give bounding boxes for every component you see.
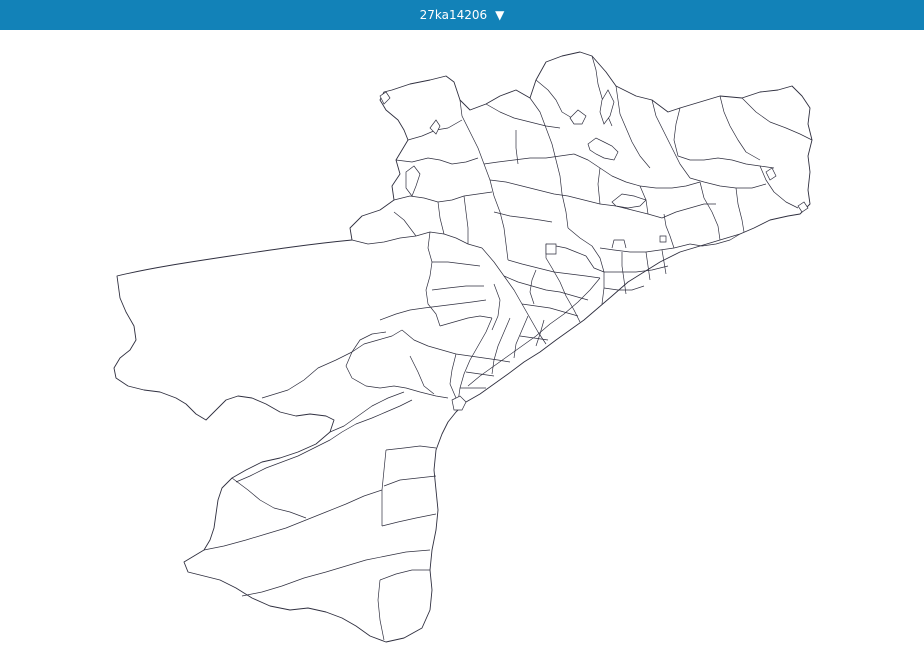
lake-shape	[659, 235, 667, 243]
region-outline	[113, 51, 813, 643]
caret-down-icon: ▼	[495, 8, 505, 22]
lake-shape	[545, 243, 557, 255]
header-bar: 27ka14206 ▼	[0, 0, 924, 30]
map-canvas[interactable]	[0, 30, 924, 660]
district-map[interactable]	[0, 30, 924, 660]
map-title: 27ka14206	[419, 8, 488, 22]
map-selector[interactable]: 27ka14206 ▼	[420, 8, 505, 22]
